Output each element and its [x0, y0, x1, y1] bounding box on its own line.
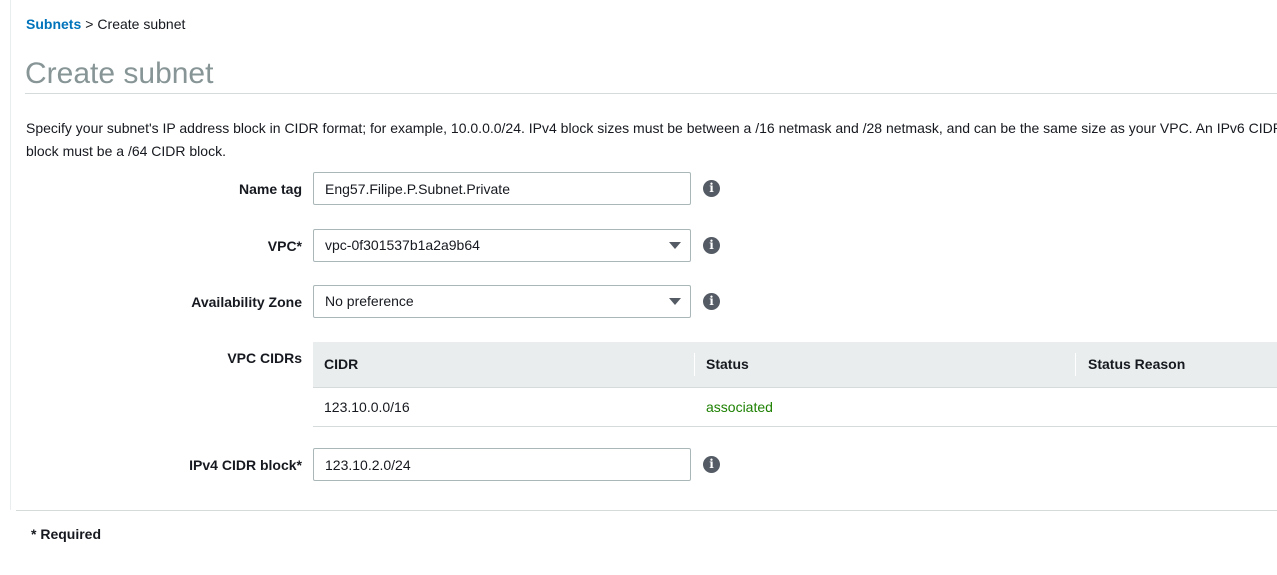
- chevron-down-icon: [669, 298, 681, 305]
- ipv4-cidr-label: IPv4 CIDR block*: [189, 457, 302, 473]
- chevron-down-icon: [669, 242, 681, 249]
- availability-zone-selected-value: No preference: [325, 293, 414, 309]
- breadcrumb-separator: >: [85, 16, 94, 32]
- cidr-cell: 123.10.0.0/16: [324, 399, 410, 415]
- name-tag-input[interactable]: [313, 172, 691, 205]
- title-divider: [25, 93, 1277, 94]
- vpc-selected-value: vpc-0f301537b1a2a9b64: [325, 237, 480, 253]
- left-border: [10, 0, 11, 510]
- footer-divider: [16, 510, 1277, 511]
- ipv4-cidr-input[interactable]: [313, 448, 691, 481]
- breadcrumb-subnets-link[interactable]: Subnets: [26, 16, 81, 32]
- table-row: 123.10.0.0/16 associated: [313, 388, 1277, 427]
- info-icon[interactable]: i: [703, 456, 720, 473]
- breadcrumb-current: Create subnet: [97, 16, 186, 32]
- column-header-status: Status: [706, 356, 749, 372]
- vpc-label: VPC*: [267, 238, 302, 254]
- info-icon[interactable]: i: [703, 180, 720, 197]
- vpc-select[interactable]: vpc-0f301537b1a2a9b64: [313, 229, 691, 262]
- column-header-cidr: CIDR: [324, 356, 359, 372]
- info-icon[interactable]: i: [703, 293, 720, 310]
- status-cell: associated: [706, 399, 773, 415]
- page-title: Create subnet: [25, 57, 214, 90]
- vpc-cidrs-table: CIDR Status Status Reason 123.10.0.0/16 …: [313, 342, 1277, 427]
- column-header-status-reason: Status Reason: [1088, 356, 1186, 372]
- column-divider: [1075, 353, 1076, 376]
- info-icon[interactable]: i: [703, 237, 720, 254]
- breadcrumb: Subnets > Create subnet: [26, 15, 185, 33]
- page-description: Specify your subnet's IP address block i…: [26, 120, 1277, 159]
- column-divider: [694, 353, 695, 376]
- create-subnet-page: Subnets > Create subnet Create subnet Spec…: [0, 0, 1277, 575]
- table-header: CIDR Status Status Reason: [313, 342, 1277, 388]
- vpc-cidrs-label: VPC CIDRs: [227, 350, 302, 366]
- required-note: * Required: [31, 526, 102, 542]
- availability-zone-label: Availability Zone: [191, 294, 302, 310]
- availability-zone-select[interactable]: No preference: [313, 285, 691, 318]
- name-tag-label: Name tag: [238, 181, 302, 197]
